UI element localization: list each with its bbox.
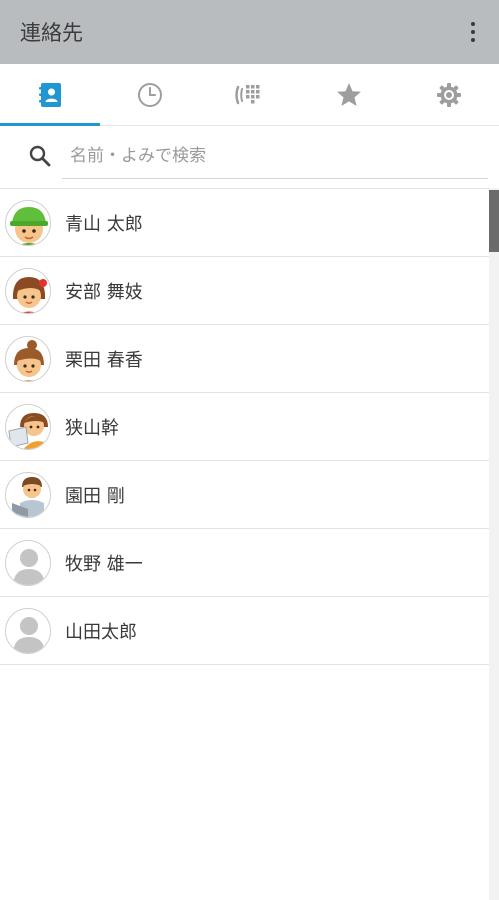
contact-row[interactable]: 山田太郎	[0, 597, 489, 665]
tab-favorites[interactable]	[299, 64, 399, 125]
avatar-boy-green-cap	[5, 199, 51, 246]
tab-history[interactable]	[100, 64, 200, 125]
contact-name: 狭山幹	[65, 417, 119, 439]
contacts-screen: 連絡先 名前・よみで検索 青山 太郎 安部 舞妓 栗田 春香 狭山幹 園田 剛 …	[0, 0, 499, 900]
more-vert-icon[interactable]	[461, 17, 485, 47]
contact-name: 栗田 春香	[65, 349, 143, 371]
contact-row[interactable]: 栗田 春香	[0, 325, 489, 393]
contact-row[interactable]: 狭山幹	[0, 393, 489, 461]
avatar-girl-red-bow	[5, 267, 51, 314]
avatar-default	[5, 607, 51, 654]
app-title: 連絡先	[20, 21, 83, 45]
contact-row[interactable]: 園田 剛	[0, 461, 489, 529]
star-favorite-icon	[337, 82, 362, 106]
tab-settings[interactable]	[399, 64, 499, 125]
contact-name: 山田太郎	[65, 621, 137, 643]
avatar-man-laptop	[5, 471, 51, 518]
avatar-girl-bun	[5, 335, 51, 382]
search-underline	[62, 178, 488, 179]
scrollbar[interactable]	[489, 188, 499, 900]
avatar-person-laptop	[5, 403, 51, 450]
search-input[interactable]	[62, 138, 488, 174]
gear-settings-icon	[437, 82, 462, 107]
contact-name: 園田 剛	[65, 485, 125, 507]
tab-contacts[interactable]	[0, 64, 100, 126]
contacts-book-icon	[38, 82, 61, 107]
clock-history-icon	[137, 82, 162, 107]
search-bar	[0, 126, 499, 188]
dialpad-icon	[235, 84, 260, 104]
tab-dialpad[interactable]	[200, 64, 300, 125]
contact-list: 青山 太郎 安部 舞妓 栗田 春香 狭山幹 園田 剛 牧野 雄一 山田太郎	[0, 188, 489, 665]
search-icon	[29, 145, 51, 167]
avatar-default	[5, 539, 51, 586]
contact-row[interactable]: 安部 舞妓	[0, 257, 489, 325]
contact-row[interactable]: 青山 太郎	[0, 189, 489, 257]
app-bar: 連絡先	[0, 0, 499, 64]
contact-name: 牧野 雄一	[65, 553, 143, 575]
contact-name: 安部 舞妓	[65, 281, 143, 303]
scrollbar-thumb[interactable]	[489, 190, 499, 252]
contact-name: 青山 太郎	[65, 213, 143, 235]
tab-bar	[0, 64, 499, 126]
contact-row[interactable]: 牧野 雄一	[0, 529, 489, 597]
